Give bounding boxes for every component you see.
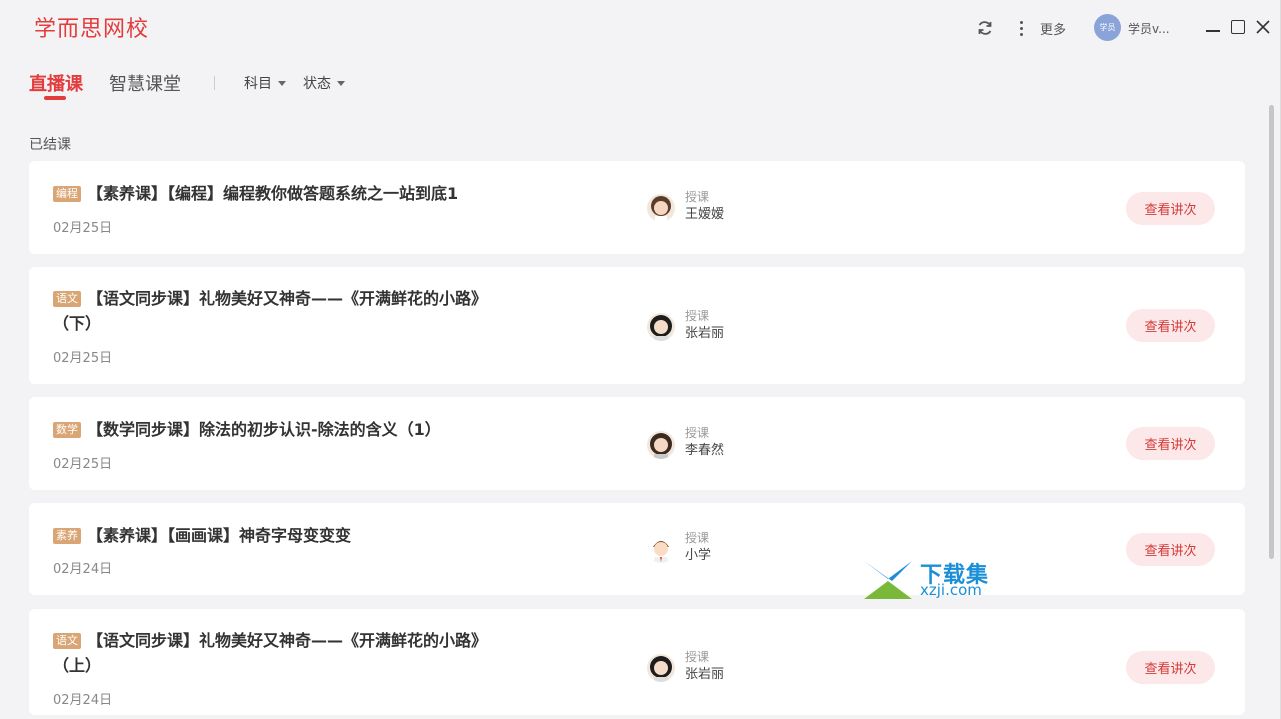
watermark-logo-icon [864,561,912,599]
course-title: 编程 【素养课】【编程】编程教你做答题系统之一站到底1 [53,181,513,206]
subject-tag: 素养 [53,528,81,544]
subject-filter-label: 科目 [244,76,272,92]
course-date: 02月24日 [53,562,113,577]
view-lessons-button[interactable]: 查看讲次 [1126,427,1215,460]
user-name[interactable]: 学员v... [1128,20,1170,37]
course-date: 02月25日 [53,457,113,472]
close-button[interactable] [1254,18,1272,36]
course-title: 素养 【素养课】【画画课】神奇字母变变变 [53,523,513,548]
status-filter-label: 状态 [303,76,331,92]
teacher-info: 授课 李春然 [685,424,724,460]
course-title-text: 【语文同步课】礼物美好又神奇——《开满鲜花的小路》（下） [53,289,488,333]
status-filter[interactable]: 状态 [303,73,345,93]
subject-filter[interactable]: 科目 [244,73,286,93]
course-date: 02月25日 [53,351,113,366]
teacher-role: 授课 [685,426,710,440]
watermark-url: xzji.com [920,581,982,599]
caret-down-icon [337,80,345,86]
teacher-info: 授课 王嫒嫒 [685,188,724,224]
teacher-role: 授课 [685,650,710,664]
course-card[interactable]: 编程 【素养课】【编程】编程教你做答题系统之一站到底1 02月25日 授课 王嫒嫒… [29,161,1245,254]
tab-live-course[interactable]: 直播课 [29,70,83,96]
more-icon[interactable] [1014,16,1028,40]
section-label: 已结课 [29,137,71,153]
title-bar: 学而思网校 更多 学员 学员v... [0,0,1281,56]
teacher-info: 授课 张岩丽 [685,307,724,343]
teacher-avatar [647,194,675,222]
tab-smart-classroom[interactable]: 智慧课堂 [109,70,181,96]
teacher-role: 授课 [685,190,710,204]
course-date: 02月24日 [53,693,113,708]
refresh-icon[interactable] [973,16,997,40]
watermark: 下载集 xzji.com [862,557,1002,601]
close-icon [1256,20,1270,34]
teacher-info: 授课 小学 [685,529,711,565]
more-button[interactable]: 更多 [1040,19,1066,38]
teacher-avatar [647,654,675,682]
teacher-avatar [647,431,675,459]
teacher-role: 授课 [685,531,710,545]
teacher-name: 李春然 [685,443,725,458]
course-card[interactable]: 素养 【素养课】【画画课】神奇字母变变变 02月24日 授课 小学 查看讲次 [29,503,1245,595]
course-card[interactable]: 语文 【语文同步课】礼物美好又神奇——《开满鲜花的小路》（下） 02月25日 授课… [29,267,1245,384]
caret-down-icon [278,80,286,86]
view-lessons-button[interactable]: 查看讲次 [1126,533,1215,566]
course-title: 语文 【语文同步课】礼物美好又神奇——《开满鲜花的小路》（下） [53,286,513,336]
course-title-text: 【素养课】【画画课】神奇字母变变变 [87,526,352,545]
course-title: 数学 【数学同步课】除法的初步认识-除法的含义（1） [53,417,513,442]
view-lessons-button[interactable]: 查看讲次 [1126,651,1215,684]
teacher-info: 授课 张岩丽 [685,648,724,684]
subject-tag: 语文 [53,291,81,307]
view-lessons-button[interactable]: 查看讲次 [1126,309,1215,342]
teacher-avatar [647,313,675,341]
course-title-text: 【语文同步课】礼物美好又神奇——《开满鲜花的小路》（上） [53,631,488,675]
teacher-name: 小学 [685,548,712,563]
maximize-button[interactable] [1229,18,1247,36]
subject-tag: 语文 [53,633,81,649]
subject-tag: 数学 [53,422,81,438]
teacher-name: 张岩丽 [685,667,725,682]
teacher-avatar [647,535,675,563]
course-card[interactable]: 语文 【语文同步课】礼物美好又神奇——《开满鲜花的小路》（上） 02月24日 授课… [29,609,1245,715]
course-date: 02月25日 [53,221,113,236]
scrollbar-thumb[interactable] [1269,105,1274,559]
minimize-button[interactable] [1204,18,1222,36]
app-logo: 学而思网校 [34,17,150,42]
course-card[interactable]: 数学 【数学同步课】除法的初步认识-除法的含义（1） 02月25日 授课 李春然 … [29,397,1245,490]
teacher-role: 授课 [685,309,710,323]
teacher-name: 张岩丽 [685,326,725,341]
user-avatar[interactable]: 学员 [1094,14,1121,41]
teacher-name: 王嫒嫒 [685,207,725,222]
subject-tag: 编程 [53,186,81,202]
course-title: 语文 【语文同步课】礼物美好又神奇——《开满鲜花的小路》（上） [53,628,513,678]
course-title-text: 【素养课】【编程】编程教你做答题系统之一站到底1 [87,184,459,203]
tab-divider [214,76,215,90]
view-lessons-button[interactable]: 查看讲次 [1126,192,1215,225]
course-title-text: 【数学同步课】除法的初步认识-除法的含义（1） [87,420,441,439]
active-tab-indicator [44,96,66,100]
